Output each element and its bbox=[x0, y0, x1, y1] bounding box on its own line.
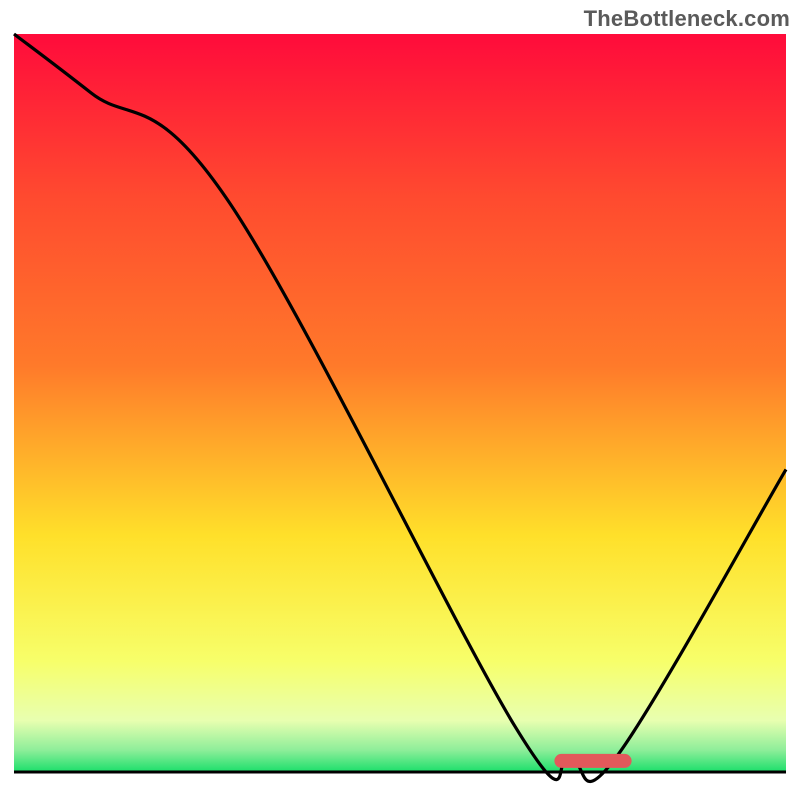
optimal-marker bbox=[554, 754, 631, 768]
chart-stage: TheBottleneck.com bbox=[0, 0, 800, 800]
gradient-background bbox=[14, 34, 786, 772]
bottleneck-chart bbox=[0, 0, 800, 800]
